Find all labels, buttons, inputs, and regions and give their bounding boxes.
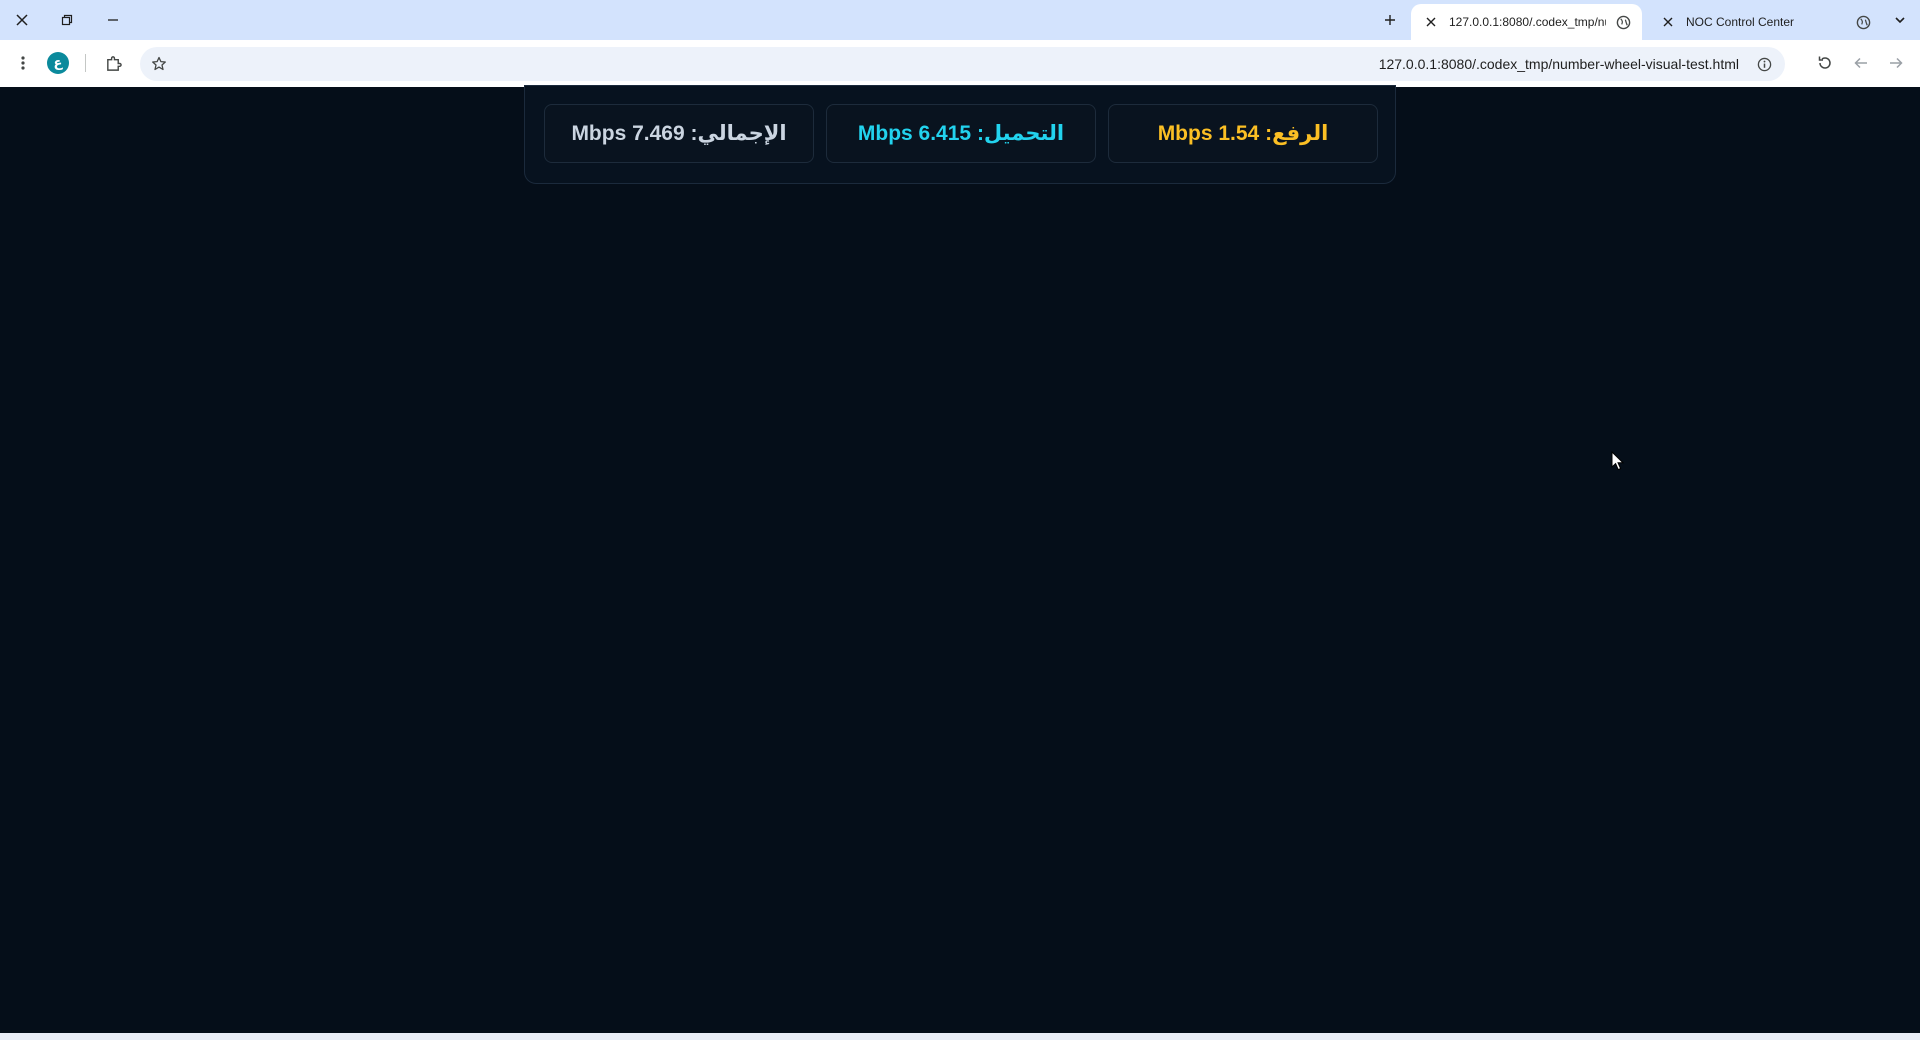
download-stat-value: Mbps 6.415 (857, 121, 972, 145)
info-icon (1757, 57, 1771, 71)
tab-close-button[interactable] (1658, 12, 1678, 32)
total-stat-label: الإجمالي: (690, 122, 787, 145)
globe-icon (1854, 13, 1872, 31)
arrow-left-icon (1854, 57, 1867, 69)
restore-icon (61, 14, 73, 26)
total-stat-card: الإجمالي: Mbps 7.469 (544, 104, 814, 163)
forward-button[interactable] (1881, 48, 1911, 78)
total-stat-value: Mbps 7.469 (571, 121, 685, 145)
more-vertical-icon (21, 56, 25, 70)
bottom-strip (0, 1033, 1920, 1040)
reload-icon (1818, 56, 1831, 69)
new-tab-button[interactable] (1374, 6, 1406, 34)
profile-avatar[interactable]: ع (47, 52, 69, 74)
page-content: الإجمالي: Mbps 7.469 التحميل: Mbps 6.415… (0, 85, 1920, 1033)
plus-icon (1385, 15, 1395, 25)
minimize-icon (108, 19, 118, 21)
tab-search-button[interactable] (1884, 6, 1916, 34)
minimize-window-button[interactable] (97, 6, 129, 34)
site-info-button[interactable] (1753, 53, 1775, 75)
download-stat-label: التحميل: (976, 122, 1065, 145)
address-bar[interactable]: 127.0.0.1:8080/.codex_tmp/number-wheel-v… (140, 47, 1785, 81)
extensions-button[interactable] (98, 48, 128, 78)
mouse-cursor-icon (1611, 450, 1625, 477)
bookmark-button[interactable] (144, 49, 174, 79)
back-button[interactable] (1846, 48, 1876, 78)
globe-icon (1614, 13, 1632, 31)
chevron-down-icon (1895, 17, 1905, 24)
close-icon (1663, 17, 1673, 27)
upload-stat-card: الرفع: Mbps 1.54 (1108, 104, 1378, 163)
close-icon (1426, 17, 1436, 27)
reload-button[interactable] (1810, 48, 1840, 78)
restore-window-button[interactable] (51, 6, 83, 34)
close-icon (16, 14, 28, 26)
tab-strip: 127.0.0.1:8080/.codex_tmp/number-wheel-v… (0, 0, 1920, 40)
tab-title: 127.0.0.1:8080/.codex_tmp/number-wheel-v… (1449, 15, 1606, 29)
download-stat-card: التحميل: Mbps 6.415 (826, 104, 1096, 163)
arrow-right-icon (1890, 57, 1903, 69)
puzzle-icon (106, 55, 122, 71)
tab-active[interactable]: 127.0.0.1:8080/.codex_tmp/number-wheel-v… (1411, 4, 1642, 40)
tab-close-button[interactable] (1421, 12, 1441, 32)
url-text: 127.0.0.1:8080/.codex_tmp/number-wheel-v… (1378, 56, 1739, 72)
tab-title: NOC Control Center (1686, 15, 1795, 29)
upload-stat-value: Mbps 1.54 (1157, 121, 1260, 145)
stats-panel: الإجمالي: Mbps 7.469 التحميل: Mbps 6.415… (524, 85, 1396, 184)
upload-stat-label: الرفع: (1265, 122, 1329, 145)
tab-noc-control-center[interactable]: NOC Control Center (1648, 4, 1882, 40)
star-icon (152, 56, 166, 71)
toolbar-divider (85, 54, 86, 72)
close-window-button[interactable] (6, 6, 38, 34)
browser-menu-button[interactable] (8, 48, 38, 78)
